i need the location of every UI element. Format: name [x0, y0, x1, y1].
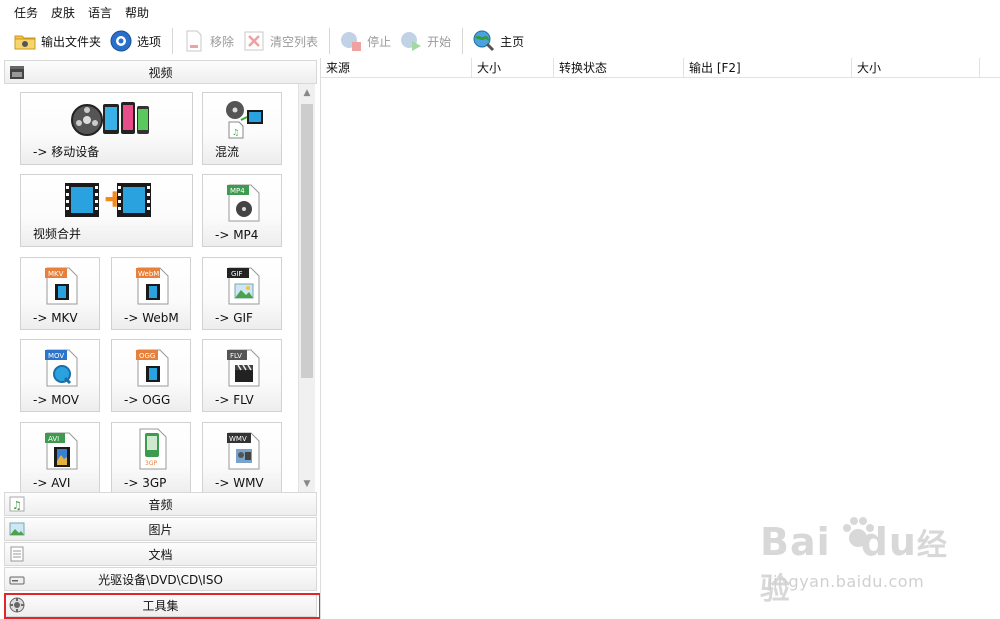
mp4-file-icon: MP4: [227, 184, 260, 222]
tile-3gp[interactable]: 3GP -> 3GP: [111, 422, 191, 492]
baidu-jingyan-watermark: Bai du经验 jingyan.baidu.com: [760, 517, 960, 607]
globe-search-icon: [472, 29, 496, 53]
badge-avi: AVI: [48, 435, 59, 443]
category-document[interactable]: 文档: [4, 542, 317, 566]
home-button[interactable]: 主页: [469, 27, 527, 55]
table-header: 来源 大小 转换状态 输出 [F2] 大小: [321, 58, 1000, 78]
menu-bar: 任务 皮肤 语言 帮助: [0, 0, 1000, 24]
column-status[interactable]: 转换状态: [554, 58, 684, 78]
avi-file-icon: AVI: [45, 432, 78, 470]
badge-mp4: MP4: [230, 187, 245, 195]
mux-icon: ♫: [226, 101, 263, 139]
stop-button[interactable]: 停止: [336, 27, 394, 55]
paw-icon: [843, 517, 874, 547]
play-icon: [399, 29, 423, 53]
tile-mkv[interactable]: MKV -> MKV: [20, 257, 100, 330]
tile-scrollbar[interactable]: ▲ ▼: [298, 84, 315, 492]
tile-mov[interactable]: MOV -> MOV: [20, 339, 100, 412]
options-button[interactable]: 选项: [106, 27, 164, 55]
start-button[interactable]: 开始: [396, 27, 454, 55]
menu-task[interactable]: 任务: [14, 4, 38, 21]
toolbar: 输出文件夹 选项 移除 清空列表 停止 开始 主页: [0, 24, 1000, 58]
tile-avi[interactable]: AVI -> AVI: [20, 422, 100, 492]
column-size[interactable]: 大小: [472, 58, 554, 78]
badge-gif: GIF: [231, 270, 243, 278]
badge-flv: FLV: [230, 352, 242, 360]
watermark-url: jingyan.baidu.com: [768, 572, 925, 591]
category-image[interactable]: 图片: [4, 517, 317, 541]
mobile-device-icon: [71, 102, 149, 136]
gear-icon: [109, 29, 133, 53]
clear-list-button[interactable]: 清空列表: [239, 27, 321, 55]
format-tile-grid: -> 移动设备 ♫ 混流 视频合并 MP4 -> MP4 MKV -> MKV …: [4, 84, 298, 492]
badge-webm: WebM: [138, 270, 159, 278]
badge-mov: MOV: [48, 352, 64, 360]
toolbar-separator: [462, 28, 464, 54]
flv-file-icon: FLV: [227, 349, 260, 387]
category-panel: 视频 -> 移动设备 ♫ 混流 视频合并 MP4 -> MP4 MKV -> M…: [0, 58, 320, 619]
badge-mkv: MKV: [48, 270, 64, 278]
mkv-file-icon: MKV: [45, 267, 78, 305]
scroll-up-icon[interactable]: ▲: [299, 84, 315, 101]
3gp-file-icon: 3GP: [139, 428, 167, 470]
menu-language[interactable]: 语言: [88, 4, 112, 21]
menu-skin[interactable]: 皮肤: [51, 4, 75, 21]
tile-mux[interactable]: ♫ 混流: [202, 92, 282, 165]
category-audio[interactable]: ♫ 音频: [4, 492, 317, 516]
tile-mp4[interactable]: MP4 -> MP4: [202, 174, 282, 247]
column-source[interactable]: 来源: [321, 58, 472, 78]
output-folder-button[interactable]: 输出文件夹: [10, 27, 104, 55]
category-disc[interactable]: 光驱设备\DVD\CD\ISO: [4, 567, 317, 591]
tile-mobile-device[interactable]: -> 移动设备: [20, 92, 193, 165]
category-video[interactable]: 视频: [4, 60, 317, 84]
scroll-down-icon[interactable]: ▼: [299, 475, 315, 492]
video-merge-icon: [65, 183, 151, 217]
remove-file-icon: [182, 29, 206, 53]
column-output-size[interactable]: 大小: [852, 58, 980, 78]
mov-file-icon: MOV: [45, 349, 78, 387]
tile-video-merge[interactable]: 视频合并: [20, 174, 193, 247]
tile-flv[interactable]: FLV -> FLV: [202, 339, 282, 412]
gif-file-icon: GIF: [227, 267, 260, 305]
tile-wmv[interactable]: WMV -> WMV: [202, 422, 282, 492]
scroll-thumb[interactable]: [301, 104, 313, 378]
tools-highlight-box: [4, 593, 321, 619]
column-output[interactable]: 输出 [F2]: [684, 58, 852, 78]
wmv-file-icon: WMV: [227, 432, 260, 470]
ogg-file-icon: OGG: [136, 349, 169, 387]
menu-help[interactable]: 帮助: [125, 4, 149, 21]
folder-icon: [13, 29, 37, 53]
webm-file-icon: WebM: [136, 267, 169, 305]
clear-icon: [242, 29, 266, 53]
tile-gif[interactable]: GIF -> GIF: [202, 257, 282, 330]
tile-webm[interactable]: WebM -> WebM: [111, 257, 191, 330]
svg-text:♫: ♫: [232, 128, 239, 137]
stop-icon: [339, 29, 363, 53]
tile-ogg[interactable]: OGG -> OGG: [111, 339, 191, 412]
badge-3gp: 3GP: [145, 460, 157, 467]
badge-ogg: OGG: [139, 352, 155, 360]
remove-button[interactable]: 移除: [179, 27, 237, 55]
toolbar-separator: [172, 28, 174, 54]
badge-wmv: WMV: [229, 435, 247, 443]
toolbar-separator: [329, 28, 331, 54]
